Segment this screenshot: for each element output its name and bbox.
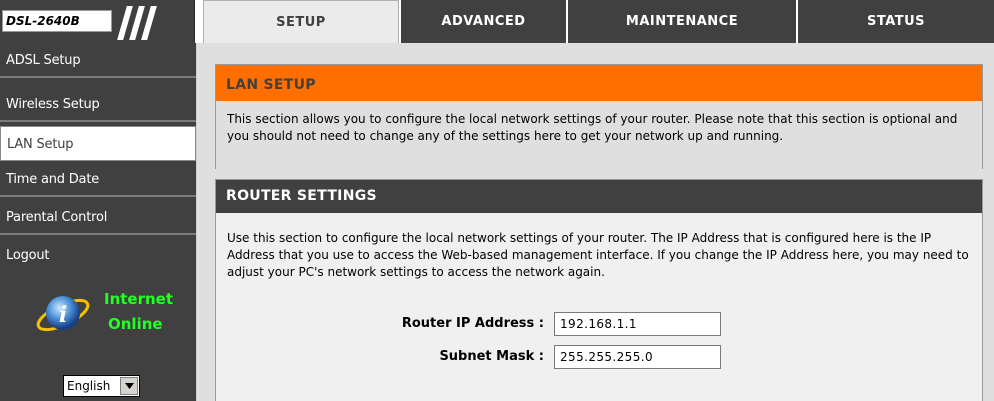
- router-settings-title: ROUTER SETTINGS: [216, 180, 982, 213]
- chevron-down-icon[interactable]: [120, 377, 138, 395]
- language-select[interactable]: English: [63, 375, 140, 397]
- model-name: DSL-2640B: [2, 10, 112, 32]
- online-status-label: Online: [108, 315, 163, 333]
- lan-setup-panel: LAN SETUP This section allows you to con…: [215, 64, 983, 170]
- tab-maintenance[interactable]: MAINTENANCE: [567, 0, 796, 43]
- lan-setup-description: This section allows you to configure the…: [216, 100, 982, 170]
- subnet-mask-label: Subnet Mask :: [439, 349, 544, 364]
- internet-globe-icon: i: [36, 296, 90, 332]
- language-select-value: English: [67, 379, 111, 393]
- tab-status[interactable]: STATUS: [797, 0, 994, 43]
- sidebar-item-wireless-setup[interactable]: Wireless Setup: [0, 87, 196, 122]
- internet-status-label: Internet: [104, 290, 174, 308]
- router-ip-label: Router IP Address :: [401, 316, 544, 331]
- sidebar-item-logout[interactable]: Logout: [0, 238, 196, 273]
- tab-advanced[interactable]: ADVANCED: [400, 0, 566, 43]
- tab-setup[interactable]: SETUP: [203, 0, 399, 43]
- brand-slash-mark: [141, 6, 157, 40]
- sidebar-item-time-and-date[interactable]: Time and Date: [0, 162, 196, 197]
- sidebar-item-adsl-setup[interactable]: ADSL Setup: [0, 43, 196, 78]
- top-navigation-bar: DSL-2640B SETUP ADVANCED MAINTENANCE STA…: [0, 0, 994, 43]
- sidebar: ADSL Setup Wireless Setup LAN Setup Time…: [0, 43, 196, 401]
- sidebar-item-parental-control[interactable]: Parental Control: [0, 200, 196, 235]
- main-content: LAN SETUP This section allows you to con…: [196, 43, 994, 401]
- router-ip-input[interactable]: 192.168.1.1: [554, 312, 721, 336]
- svg-text:i: i: [59, 302, 67, 328]
- subnet-mask-input[interactable]: 255.255.255.0: [554, 345, 721, 369]
- router-settings-description: Use this section to configure the local …: [227, 231, 969, 279]
- sidebar-item-lan-setup[interactable]: LAN Setup: [0, 126, 196, 161]
- lan-setup-title: LAN SETUP: [216, 65, 982, 100]
- model-banner: DSL-2640B: [0, 0, 195, 43]
- router-settings-panel: ROUTER SETTINGS Use this section to conf…: [215, 179, 983, 401]
- router-settings-body: Use this section to configure the local …: [216, 213, 982, 401]
